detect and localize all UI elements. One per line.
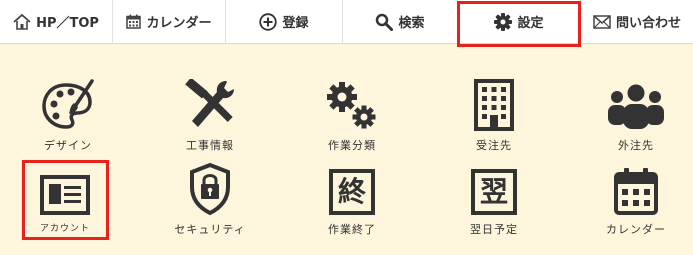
nav-home-label: HP／TOP [36, 16, 99, 31]
shield-lock-icon [190, 163, 230, 215]
calendar-icon [126, 14, 142, 29]
calendar-grid-icon [614, 168, 658, 215]
tile-work-end[interactable]: 終 作業終了 [297, 160, 407, 240]
tile-calendar-label: カレンダー [606, 223, 666, 236]
tile-security[interactable]: セキュリティ [155, 160, 265, 240]
nav-search-label: 検索 [398, 16, 425, 31]
palette-icon [42, 79, 94, 129]
plus-circle-icon [259, 12, 278, 31]
tile-client-label: 受注先 [476, 139, 512, 152]
work-end-glyph-icon: 終 [329, 169, 375, 215]
tile-work-category[interactable]: 作業分類 [297, 76, 407, 156]
nav-contact[interactable]: 問い合わせ [581, 0, 693, 43]
tile-schedule-label: 翌日予定 [470, 223, 518, 236]
nav-contact-label: 問い合わせ [615, 16, 681, 31]
tile-subcontractor-label: 外注先 [618, 139, 654, 152]
schedule-glyph-icon: 翌 [471, 169, 517, 215]
tile-security-label: セキュリティ [174, 223, 246, 236]
nav-home[interactable]: HP／TOP [0, 0, 113, 43]
building-icon [474, 79, 514, 131]
tile-work-category-label: 作業分類 [328, 139, 376, 152]
nav-register[interactable]: 登録 [226, 0, 343, 43]
mail-icon [593, 14, 611, 29]
tile-account-label: アカウント [39, 224, 90, 234]
gears-icon [327, 82, 376, 129]
tile-calendar[interactable]: カレンダー [581, 160, 691, 240]
tile-design-label: デザイン [44, 139, 92, 152]
tile-design[interactable]: デザイン [13, 76, 123, 156]
tile-subcontractor[interactable]: 外注先 [581, 76, 691, 156]
search-icon [376, 13, 394, 31]
nav-calendar-label: カレンダー [146, 16, 212, 31]
tile-work-end-label: 作業終了 [328, 223, 376, 236]
tile-account[interactable]: アカウント [10, 160, 120, 240]
nav-settings[interactable]: 設定 [458, 0, 581, 43]
top-navigation: HP／TOP カレンダー 登録 検索 設定 問い合わせ [0, 0, 693, 44]
nav-search[interactable]: 検索 [343, 0, 458, 43]
users-group-icon [608, 84, 664, 129]
nav-settings-label: 設定 [517, 16, 544, 31]
tile-client[interactable]: 受注先 [439, 76, 549, 156]
home-icon [13, 13, 31, 30]
hammer-wrench-icon [185, 79, 234, 127]
tile-schedule[interactable]: 翌 翌日予定 [439, 160, 549, 240]
nav-register-label: 登録 [282, 16, 309, 31]
gear-icon [494, 12, 513, 31]
tile-work-info-label: 工事情報 [186, 139, 234, 152]
id-card-icon [40, 175, 90, 215]
tile-work-info[interactable]: 工事情報 [155, 76, 265, 156]
nav-calendar[interactable]: カレンダー [113, 0, 226, 43]
